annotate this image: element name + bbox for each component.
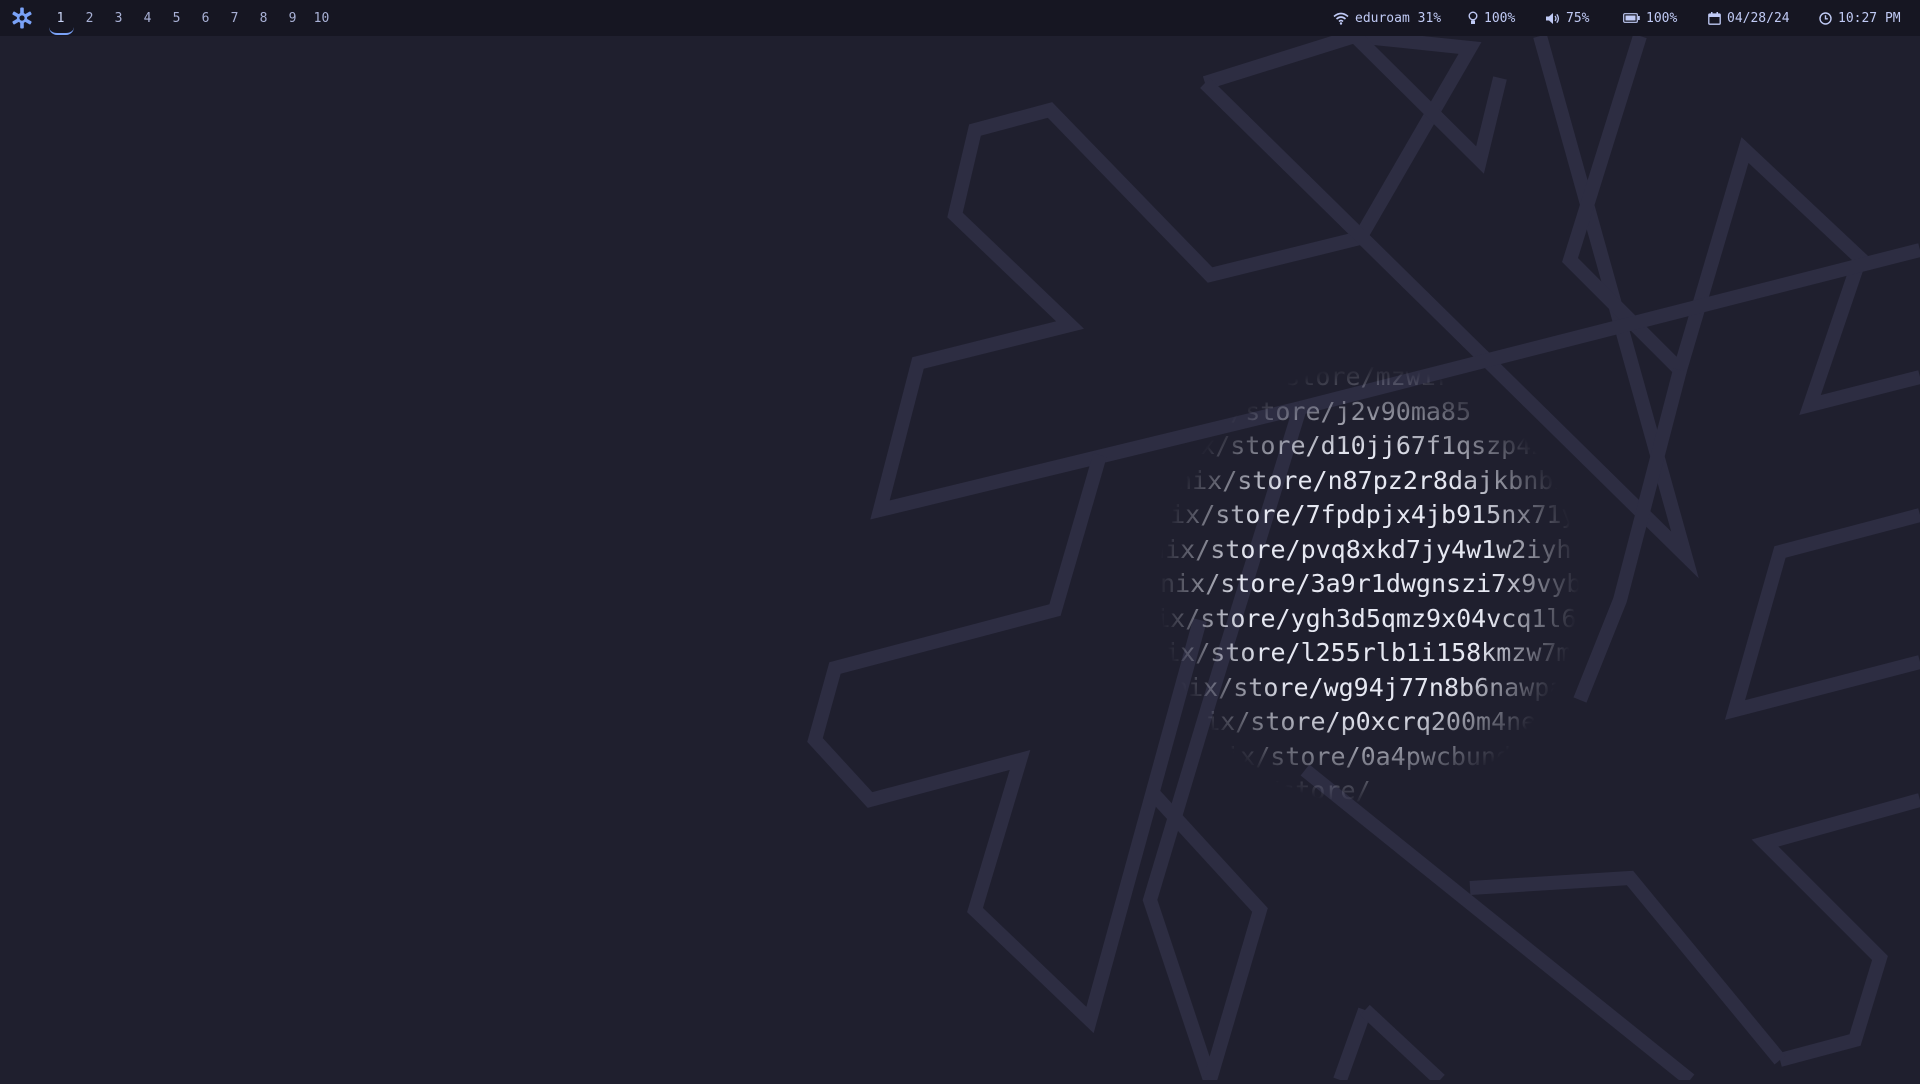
workspace-5[interactable]: 5 [162, 11, 191, 26]
clock-icon [1819, 11, 1832, 25]
network-module[interactable]: eduroam 31% [1333, 0, 1441, 36]
battery-module: 100% [1623, 0, 1677, 36]
date-module[interactable]: 04/28/24 [1708, 0, 1790, 36]
terminal-line: /nix/store/l255rlb1i158kmzw7mmr [1135, 638, 1602, 667]
bulb-icon [1468, 11, 1478, 24]
date-label: 04/28/24 [1727, 10, 1790, 26]
workspace-10[interactable]: 10 [307, 11, 336, 26]
workspace-4[interactable]: 4 [133, 11, 162, 26]
workspace-9[interactable]: 9 [278, 11, 307, 26]
clock-label: 10:27 PM [1838, 10, 1901, 26]
nix-snowflake-icon[interactable] [10, 7, 34, 29]
terminal-line: /nix/store/wg94j77n8b6nawparm [1158, 672, 1595, 702]
nix-store-output: /nix/store/mzwir4h2qs4/nix/store/j2v90ma… [1100, 360, 1660, 810]
terminal-line: /nix/store/pvq8xkd7jy4w1w2iyhlklr [1135, 534, 1632, 564]
workspace-6[interactable]: 6 [191, 11, 220, 26]
speaker-icon [1546, 12, 1560, 24]
terminal-line: /nix/store/p0xcrq200m4ne [1175, 707, 1537, 736]
calendar-icon [1708, 11, 1721, 25]
wifi-icon [1333, 12, 1349, 25]
workspace-3[interactable]: 3 [104, 11, 133, 26]
brightness-module[interactable]: 100% [1468, 0, 1515, 36]
workspace-1[interactable]: 1 [46, 11, 75, 35]
volume-label: 75% [1566, 10, 1590, 26]
terminal-line: /nix/store/3a9r1dwgnszi7x9vybs [1145, 569, 1597, 598]
workspace-7[interactable]: 7 [220, 11, 249, 26]
battery-icon [1623, 13, 1640, 23]
network-label: eduroam 31% [1355, 10, 1442, 26]
workspace-2[interactable]: 2 [75, 11, 104, 26]
terminal-line: /nix/store/7fpdpjx4jb915nx71yir [1140, 500, 1607, 529]
workspace-8[interactable]: 8 [249, 11, 278, 26]
terminal-line: /nix/store/ [1205, 776, 1371, 805]
terminal-line: /nix/store/ygh3d5qmz9x04vcq1l6 [1125, 603, 1577, 633]
terminal-line: /nix/store/d10jj67f1qszp42 [1155, 431, 1547, 460]
terminal-line: /nix/store/0a4pwcbund7 [1195, 741, 1527, 771]
brightness-label: 100% [1484, 10, 1516, 26]
status-bar: 1 2 3 4 5 6 7 8 9 10 eduroam 31% 100% 75% 10 [0, 0, 1920, 36]
battery-label: 100% [1646, 10, 1678, 26]
volume-module[interactable]: 75% [1545, 0, 1589, 36]
terminal-line: /nix/store/n87pz2r8dajkbnbi [1162, 465, 1569, 495]
clock-module[interactable]: 10:27 PM [1819, 0, 1901, 36]
terminal-line: /nix/store/mzwir4h2qs4 [1210, 362, 1542, 391]
terminal-line: /nix/store/j2v90ma85 [1170, 396, 1472, 426]
workspace-switcher: 1 2 3 4 5 6 7 8 9 10 [46, 0, 336, 36]
